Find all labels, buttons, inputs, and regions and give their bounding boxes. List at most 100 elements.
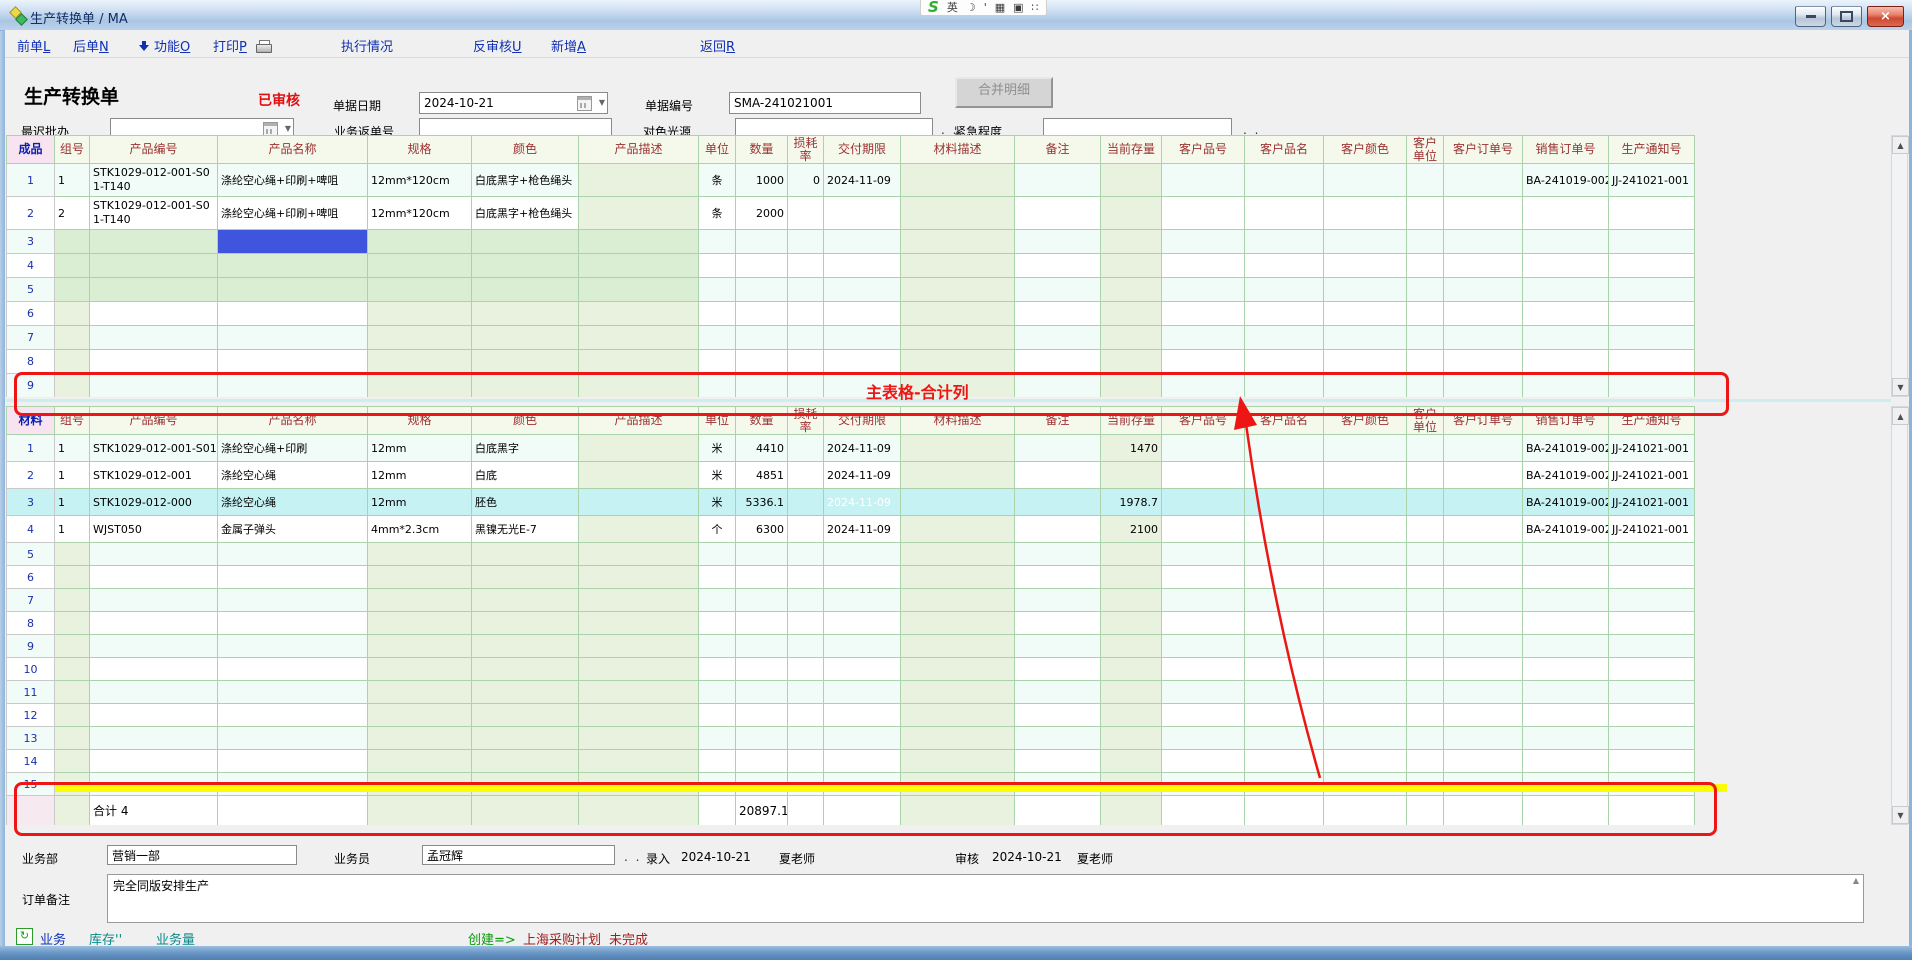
cell[interactable] [901,612,1015,635]
cell[interactable] [579,750,699,773]
column-header[interactable]: 规格 [368,407,472,435]
cell[interactable]: 1 [55,516,90,543]
cell[interactable] [1015,350,1101,374]
cell[interactable]: JJ-241021-001 [1609,435,1695,462]
cell[interactable] [1162,543,1245,566]
cell[interactable] [218,635,368,658]
cell[interactable] [1101,326,1162,350]
column-header[interactable]: 客户颜色 [1324,407,1407,435]
cell[interactable] [1523,326,1609,350]
cell[interactable] [218,704,368,727]
cell[interactable] [1245,704,1324,727]
cell[interactable] [1324,302,1407,326]
cell[interactable] [736,230,788,254]
cell[interactable] [1444,635,1523,658]
cell[interactable] [1162,350,1245,374]
cell[interactable] [368,350,472,374]
cell[interactable]: BA-241019-002 [1523,164,1609,197]
column-header[interactable]: 颜色 [472,136,579,164]
cell[interactable] [1015,543,1101,566]
cell[interactable] [736,727,788,750]
cell[interactable] [1245,230,1324,254]
chevron-down-icon[interactable]: ▼ [285,124,291,133]
cell[interactable] [788,727,824,750]
column-header[interactable]: 生产通知号 [1609,407,1695,435]
textarea-scroll-up-icon[interactable]: ▲ [1853,876,1859,885]
cell[interactable] [579,230,699,254]
cell[interactable] [699,635,736,658]
cell[interactable]: 12mm [368,462,472,489]
cell[interactable]: 米 [699,462,736,489]
cell[interactable] [824,750,901,773]
cell[interactable] [90,230,218,254]
cell[interactable] [1162,230,1245,254]
cell[interactable] [368,612,472,635]
cell[interactable] [1324,704,1407,727]
cell[interactable] [788,543,824,566]
cell[interactable] [1609,278,1695,302]
cell[interactable] [579,543,699,566]
column-header[interactable]: 客户单位 [1407,407,1444,435]
cell[interactable]: 涤纶空心绳 [218,462,368,489]
cell[interactable] [1245,374,1324,398]
cell[interactable]: 金属子弹头 [218,516,368,543]
cell[interactable] [699,750,736,773]
cell[interactable] [901,635,1015,658]
cell[interactable] [1444,566,1523,589]
cell[interactable] [55,658,90,681]
cell[interactable]: 米 [699,435,736,462]
column-header[interactable]: 交付期限 [824,136,901,164]
cell[interactable] [472,681,579,704]
cell[interactable] [472,230,579,254]
cell[interactable] [1444,681,1523,704]
row-number[interactable]: 5 [7,543,55,566]
cell[interactable] [1324,635,1407,658]
cell[interactable] [1407,516,1444,543]
cell[interactable] [368,750,472,773]
cell[interactable] [901,350,1015,374]
cell[interactable] [579,374,699,398]
cell[interactable] [1101,727,1162,750]
cell[interactable] [579,462,699,489]
cell[interactable] [1609,302,1695,326]
cell[interactable] [1101,462,1162,489]
cell[interactable]: JJ-241021-001 [1609,164,1695,197]
column-header[interactable]: 产品名称 [218,407,368,435]
row-number[interactable]: 8 [7,350,55,374]
chevron-down-icon[interactable]: ▼ [599,98,605,107]
cell[interactable] [55,681,90,704]
cell[interactable] [472,612,579,635]
cell[interactable] [1101,704,1162,727]
cell[interactable] [579,278,699,302]
cell[interactable] [368,326,472,350]
cell[interactable] [1324,462,1407,489]
cell[interactable] [736,635,788,658]
cell[interactable] [1324,230,1407,254]
cell[interactable] [579,612,699,635]
cell[interactable] [368,727,472,750]
cell[interactable] [1523,278,1609,302]
ime-icon[interactable]: ' [984,1,987,15]
cell[interactable] [579,516,699,543]
cell[interactable] [1407,543,1444,566]
cell[interactable] [579,197,699,230]
cell[interactable]: 胚色 [472,489,579,516]
cell[interactable]: 4mm*2.3cm [368,516,472,543]
scroll-down-icon[interactable]: ▼ [1892,806,1909,824]
doc-date-combo[interactable]: 2024-10-21 ▼ [419,92,608,114]
cell[interactable] [1609,566,1695,589]
cell[interactable] [90,750,218,773]
cell[interactable] [55,704,90,727]
column-header[interactable]: 材料描述 [901,136,1015,164]
cell[interactable] [1444,658,1523,681]
cell[interactable] [788,612,824,635]
cell[interactable] [55,326,90,350]
row-number[interactable]: 10 [7,658,55,681]
cell[interactable] [788,302,824,326]
column-header[interactable]: 单位 [699,407,736,435]
cell[interactable] [1162,589,1245,612]
cell[interactable] [1015,612,1101,635]
cell[interactable] [368,278,472,302]
cell[interactable] [1101,658,1162,681]
row-number[interactable]: 9 [7,374,55,398]
